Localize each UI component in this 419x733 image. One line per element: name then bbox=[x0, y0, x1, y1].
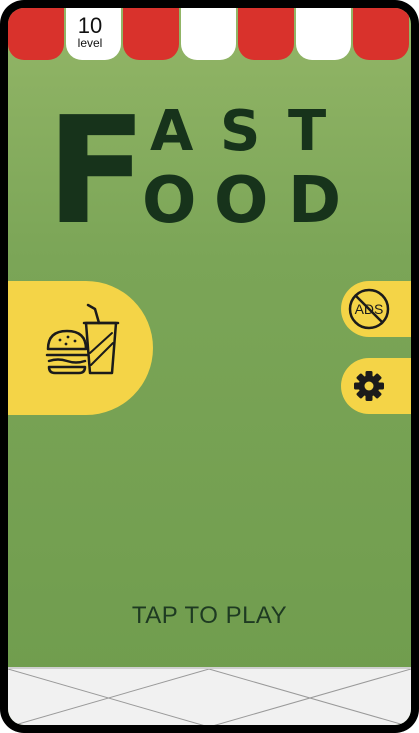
no-ads-text: ADS bbox=[355, 301, 384, 317]
game-title-logo: F A S T O O D bbox=[46, 96, 341, 226]
gear-icon bbox=[354, 371, 384, 401]
food-shop-button[interactable] bbox=[8, 281, 153, 415]
title-letter-s: S bbox=[220, 99, 260, 164]
ad-placeholder-crosshatch bbox=[8, 668, 411, 725]
awning-stripe bbox=[123, 8, 179, 60]
level-number: 10 bbox=[77, 13, 103, 38]
title-letter-d: D bbox=[288, 164, 341, 226]
title-letter-f: F bbox=[46, 96, 147, 226]
ad-banner-placeholder bbox=[8, 667, 411, 725]
title-letter-t: T bbox=[288, 99, 326, 164]
burger-drink-icon bbox=[45, 303, 120, 375]
awning-stripe bbox=[8, 8, 64, 60]
device-frame: 10 level F A S T O O D ADS TAP TO PLAY bbox=[0, 0, 419, 733]
awning-stripe bbox=[180, 8, 237, 60]
awning-stripe bbox=[295, 8, 352, 60]
awning-stripe bbox=[353, 8, 410, 60]
no-ads-button[interactable]: ADS bbox=[341, 281, 411, 337]
settings-button[interactable] bbox=[341, 358, 411, 414]
title-letter-o: O bbox=[214, 164, 268, 226]
level-indicator: 10 level bbox=[59, 15, 121, 50]
game-screen[interactable]: 10 level F A S T O O D ADS TAP TO PLAY bbox=[8, 8, 411, 725]
title-letter-o: O bbox=[142, 164, 196, 226]
title-letter-a: A bbox=[150, 99, 194, 164]
tap-to-play-label[interactable]: TAP TO PLAY bbox=[8, 602, 411, 630]
no-ads-icon: ADS bbox=[348, 288, 390, 330]
level-label: level bbox=[77, 36, 103, 50]
awning-stripe bbox=[238, 8, 294, 60]
